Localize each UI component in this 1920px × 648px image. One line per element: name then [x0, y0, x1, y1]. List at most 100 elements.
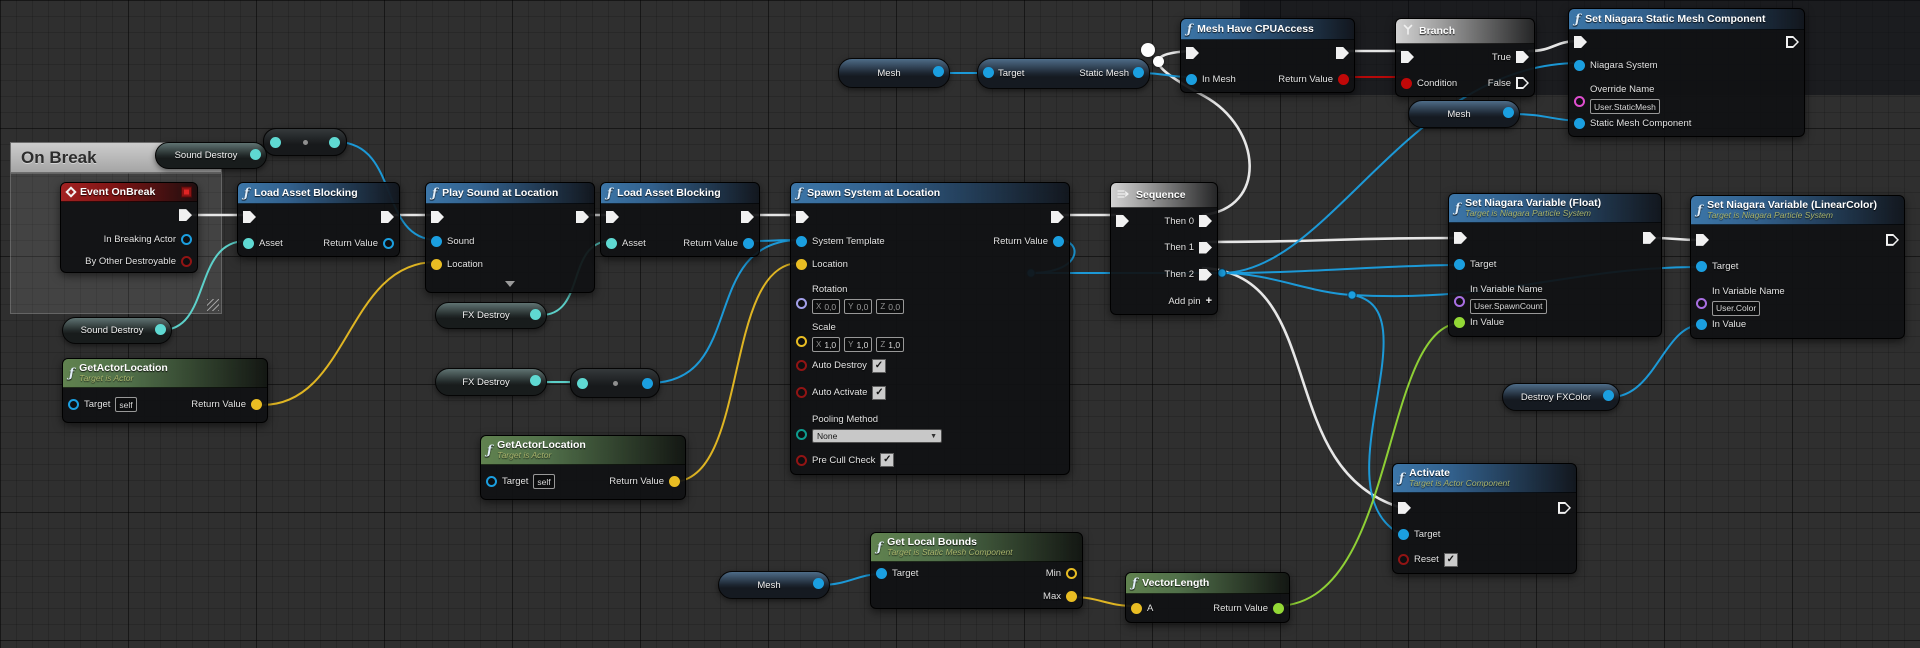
exec-pin[interactable] [1336, 47, 1349, 59]
add-pin-icon[interactable]: + [1206, 295, 1212, 307]
asset-pin[interactable] [243, 237, 254, 249]
node-header[interactable]: ƒ Set Niagara Variable (LinearColor) Targe… [1691, 196, 1904, 225]
exec-pin[interactable] [179, 209, 192, 222]
node-vector-length[interactable]: ƒ VectorLength A Return Value [1125, 572, 1290, 623]
condition-pin[interactable] [1401, 77, 1412, 89]
node-header[interactable]: ƒ Set Niagara Variable (Float) Target is N… [1449, 194, 1661, 223]
pill-fx-destroy-1[interactable]: FX Destroy [435, 302, 547, 329]
target-pin[interactable] [1398, 529, 1409, 541]
pooling-method-pin[interactable] [796, 428, 807, 440]
exec-pin[interactable] [1051, 211, 1064, 223]
wire-junction-knot[interactable] [1347, 290, 1357, 300]
exec-pin[interactable] [1199, 241, 1212, 254]
exec-pin[interactable] [1199, 215, 1212, 227]
exec-pin[interactable] [1643, 231, 1656, 244]
sound-destroy-pin[interactable] [155, 323, 166, 335]
node-header[interactable]: Sequence [1111, 183, 1217, 208]
fx-destroy-pin[interactable] [530, 308, 541, 320]
return-value-out-pin[interactable] [383, 237, 394, 249]
value-field[interactable]: Z 1,0 [876, 337, 905, 352]
node-load-asset-blocking-1[interactable]: ƒ Load Asset Blocking Asset Return Value [237, 182, 400, 257]
exec-pin[interactable] [576, 211, 589, 223]
reroute-knot-fx[interactable] [570, 368, 660, 398]
min-out-pin[interactable] [1066, 568, 1077, 580]
pill-fx-destroy-2[interactable]: FX Destroy [435, 368, 547, 396]
static-mesh-pin[interactable] [1133, 66, 1144, 78]
scale-pin[interactable] [796, 335, 807, 347]
pill-sound-destroy-2[interactable]: Sound Destroy [62, 317, 172, 344]
exec-pin[interactable] [243, 211, 256, 223]
node-set-niagara-variable-float[interactable]: ƒ Set Niagara Variable (Float) Target is N… [1448, 193, 1662, 337]
exec-pin[interactable] [1786, 36, 1799, 48]
override-name-pin[interactable] [1574, 95, 1585, 107]
exec-pin[interactable] [1116, 215, 1129, 227]
value-field[interactable]: X 0,0 [812, 299, 841, 314]
pill-mesh-3[interactable]: Mesh [718, 571, 830, 599]
node-header[interactable]: Event OnBreak [61, 183, 197, 203]
auto-destroy-pin[interactable] [796, 360, 807, 371]
target-pin[interactable] [1696, 260, 1707, 272]
in-mesh-pin[interactable] [1186, 73, 1197, 85]
exec-pin[interactable] [1398, 501, 1411, 514]
reroute-out-pin[interactable] [642, 377, 653, 389]
auto-activate-pin[interactable] [796, 387, 807, 398]
value-field[interactable]: Z 0,0 [876, 299, 905, 314]
node-header[interactable]: ƒ Mesh Have CPUAccess [1181, 19, 1354, 40]
rotation-pin[interactable] [796, 297, 807, 309]
exec-pin[interactable] [1516, 51, 1529, 63]
value-field[interactable]: self [533, 474, 555, 490]
node-set-niagara-variable-linearcolor[interactable]: ƒ Set Niagara Variable (LinearColor) Targe… [1690, 195, 1905, 339]
in-value-pin[interactable] [1454, 317, 1465, 329]
checkbox[interactable]: ✓ [871, 358, 886, 373]
node-header[interactable]: Branch [1396, 19, 1534, 44]
by-other-destroyable-out-pin[interactable] [181, 255, 192, 267]
reset-pin[interactable] [1398, 554, 1409, 566]
system-template-pin[interactable] [796, 236, 807, 247]
reroute-knot-sound[interactable] [263, 128, 347, 156]
mesh-pin[interactable] [813, 578, 824, 589]
return-value-out-pin[interactable] [669, 476, 680, 488]
node-header[interactable]: ƒ GetActorLocation Target is Actor [481, 436, 685, 465]
node-set-niagara-static-mesh-component[interactable]: ƒ Set Niagara Static Mesh Component Niagar… [1568, 8, 1805, 137]
return-value-out-pin[interactable] [1053, 236, 1064, 247]
node-branch[interactable]: Branch True Condition False [1395, 18, 1535, 97]
exec-pin[interactable] [1401, 51, 1414, 63]
node-activate[interactable]: ƒ Activate Target is Actor Component Target… [1392, 463, 1577, 574]
node-get-actor-location-1[interactable]: ƒ GetActorLocation Target is Actor Target se… [62, 358, 268, 423]
node-get-actor-location-2[interactable]: ƒ GetActorLocation Target is Actor Target se… [480, 435, 686, 500]
collapse-arrow-icon[interactable] [505, 281, 515, 287]
in-variable-name-pin[interactable] [1454, 295, 1465, 307]
reroute-in-pin[interactable] [270, 136, 281, 148]
location-pin[interactable] [796, 259, 807, 270]
exec-pin[interactable] [1199, 268, 1212, 281]
pill-get-static-mesh[interactable]: Target Static Mesh [977, 58, 1150, 89]
exec-pin[interactable] [1696, 233, 1709, 246]
exec-pin[interactable] [1574, 36, 1587, 48]
destroy-fxcolor-pin[interactable] [1603, 390, 1614, 401]
return-value-out-pin[interactable] [743, 237, 754, 249]
value-field[interactable]: Y 0,0 [844, 299, 873, 314]
return-value-out-pin[interactable] [1273, 602, 1284, 614]
checkbox[interactable]: ✓ [880, 453, 895, 467]
return-value-out-pin[interactable] [251, 399, 262, 411]
exec-pin[interactable] [1516, 77, 1529, 89]
mesh-pin[interactable] [933, 66, 944, 77]
pill-mesh-2[interactable]: Mesh [1408, 100, 1520, 128]
exec-pin[interactable] [431, 211, 444, 223]
target-pin[interactable] [68, 399, 79, 411]
asset-pin[interactable] [606, 237, 617, 249]
exec-pin[interactable] [1186, 47, 1199, 59]
node-header[interactable]: ƒ VectorLength [1126, 573, 1289, 594]
exec-pin[interactable] [796, 211, 809, 223]
dropdown[interactable]: None ▼ [812, 429, 942, 443]
blueprint-graph-canvas[interactable]: On Break Event OnBreak In Breaking Actor By… [0, 0, 1920, 648]
pill-mesh-1[interactable]: Mesh [838, 58, 950, 88]
exec-pin[interactable] [381, 211, 394, 223]
node-header[interactable]: ƒ Spawn System at Location [791, 183, 1069, 204]
node-load-asset-blocking-2[interactable]: ƒ Load Asset Blocking Asset Return Value [600, 182, 760, 257]
node-header[interactable]: ƒ Get Local Bounds Target is Static Mesh C… [871, 533, 1082, 562]
in-variable-name-pin[interactable] [1696, 297, 1707, 309]
a-pin[interactable] [1131, 602, 1142, 614]
in-value-pin[interactable] [1696, 319, 1707, 331]
max-out-pin[interactable] [1066, 591, 1077, 603]
